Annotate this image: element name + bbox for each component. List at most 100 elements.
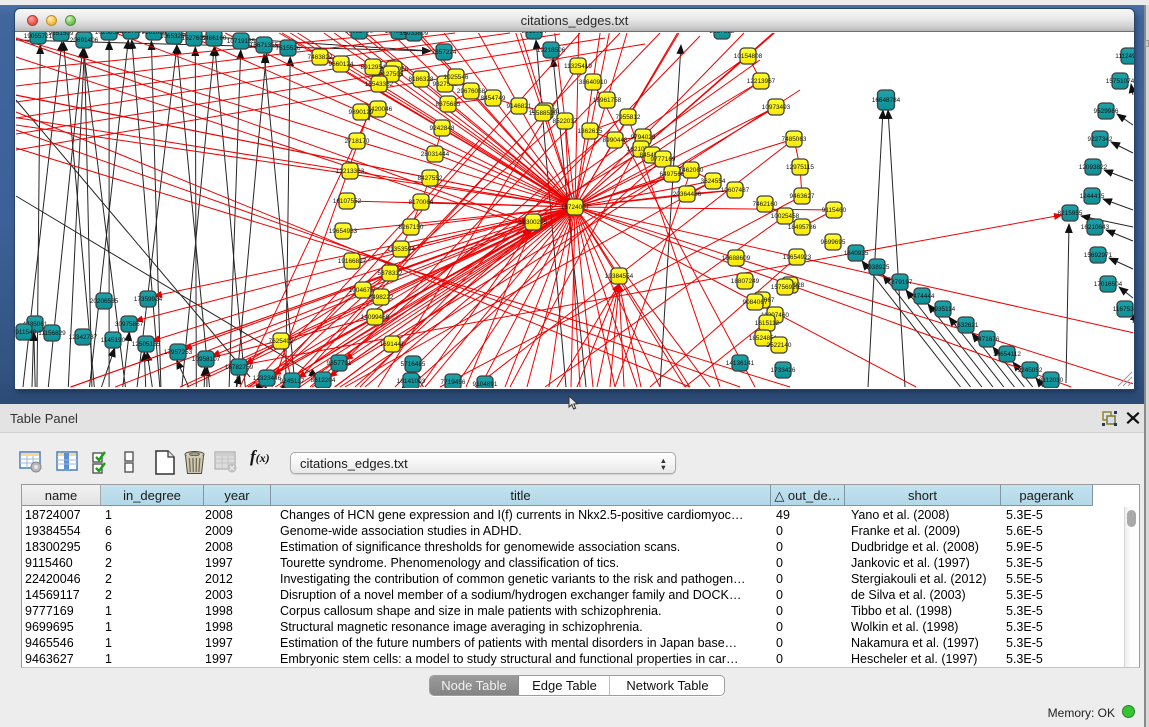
svg-text:16107552: 16107552 (333, 198, 362, 205)
svg-text:8112030: 8112030 (1039, 377, 1064, 384)
svg-text:11156829: 11156829 (38, 330, 66, 337)
svg-text:12213363: 12213363 (336, 168, 365, 175)
svg-text:19654933: 19654933 (329, 228, 358, 235)
svg-text:9115460: 9115460 (822, 207, 847, 214)
svg-text:1362615: 1362615 (578, 128, 603, 135)
svg-text:10958107: 10958107 (192, 356, 221, 363)
svg-text:8267150: 8267150 (399, 224, 424, 231)
svg-text:16782759: 16782759 (225, 364, 254, 371)
svg-text:1640935: 1640935 (844, 250, 869, 257)
svg-text:38640910: 38640910 (579, 79, 608, 86)
svg-text:1733426: 1733426 (771, 367, 796, 374)
svg-text:29676068: 29676068 (457, 88, 486, 95)
svg-text:3624554: 3624554 (701, 178, 726, 185)
svg-text:19033790: 19033790 (345, 32, 374, 35)
svg-text:19166827: 19166827 (338, 258, 367, 265)
svg-text:8186328: 8186328 (409, 76, 434, 83)
svg-text:1244415: 1244415 (1080, 193, 1105, 200)
svg-text:18807249: 18807249 (731, 278, 760, 285)
svg-text:9857791: 9857791 (327, 360, 352, 367)
svg-text:12342737: 12342737 (69, 334, 98, 341)
svg-text:12975115: 12975115 (786, 164, 814, 171)
svg-text:7632621: 7632621 (954, 322, 979, 329)
svg-text:9245052: 9245052 (1018, 367, 1043, 374)
svg-text:9699695: 9699695 (821, 239, 846, 246)
svg-text:20364436: 20364436 (673, 191, 702, 198)
svg-text:12093822: 12093822 (1079, 164, 1108, 171)
svg-text:6879197: 6879197 (888, 279, 913, 286)
svg-text:28031444: 28031444 (421, 151, 450, 158)
svg-text:8813054: 8813054 (522, 32, 547, 35)
svg-text:8612204: 8612204 (311, 377, 336, 384)
svg-text:6498222: 6498222 (369, 294, 394, 301)
svg-text:2935114: 2935114 (931, 306, 956, 313)
svg-text:2522140: 2522140 (767, 342, 792, 349)
svg-text:8522037: 8522037 (553, 118, 578, 125)
svg-text:9777169: 9777169 (651, 156, 676, 163)
svg-text:20691406: 20691406 (70, 37, 99, 44)
svg-text:9794028: 9794028 (631, 134, 656, 141)
svg-text:16543362: 16543362 (365, 81, 394, 88)
svg-text:1025546: 1025546 (444, 74, 469, 81)
svg-text:10154808: 10154808 (734, 53, 763, 60)
svg-text:12213967: 12213967 (747, 78, 776, 85)
svg-text:8471676: 8471676 (975, 336, 1000, 343)
svg-text:7625402: 7625402 (269, 338, 294, 345)
svg-text:15751074: 15751074 (1106, 78, 1134, 85)
svg-text:30975867: 30975867 (115, 321, 144, 328)
svg-text:1615112: 1615112 (755, 320, 780, 327)
svg-text:9474444: 9474444 (910, 293, 935, 300)
svg-text:15692971: 15692971 (1084, 252, 1113, 259)
svg-text:17359924: 17359924 (134, 296, 163, 303)
svg-text:9104891: 9104891 (473, 381, 498, 388)
svg-text:7463822: 7463822 (308, 54, 333, 61)
svg-text:9242848: 9242848 (430, 125, 455, 132)
svg-text:2687682: 2687682 (710, 32, 735, 35)
svg-text:14099469: 14099469 (361, 314, 390, 321)
svg-text:9146821: 9146821 (507, 103, 532, 110)
svg-text:7485063: 7485063 (782, 136, 807, 143)
svg-text:18724007: 18724007 (561, 204, 590, 211)
svg-text:8215955: 8215955 (1058, 210, 1083, 217)
svg-text:1691441: 1691441 (380, 341, 405, 348)
svg-text:7719456: 7719456 (441, 379, 466, 386)
svg-text:12505135: 12505135 (132, 341, 161, 348)
svg-text:19654923: 19654923 (783, 254, 812, 261)
svg-text:7357224: 7357224 (432, 49, 457, 56)
svg-text:8990448: 8990448 (603, 137, 628, 144)
svg-text:10141003: 10141003 (397, 378, 426, 385)
svg-text:15588520: 15588520 (529, 110, 558, 117)
svg-text:19384554: 19384554 (605, 273, 634, 280)
svg-text:8375685: 8375685 (436, 101, 461, 108)
svg-text:8170064: 8170064 (409, 199, 434, 206)
svg-text:7462160: 7462160 (753, 201, 778, 208)
svg-text:2718170: 2718170 (345, 138, 370, 145)
svg-text:18495786: 18495786 (788, 224, 817, 231)
svg-text:20206535: 20206535 (90, 298, 119, 305)
svg-text:18300295: 18300295 (519, 219, 548, 226)
svg-text:16961758: 16961758 (593, 97, 622, 104)
svg-text:8938925: 8938925 (865, 264, 890, 271)
svg-text:16210643: 16210643 (1081, 224, 1110, 231)
svg-text:11353594: 11353594 (387, 246, 415, 253)
svg-text:7515526: 7515526 (276, 45, 301, 52)
svg-text:5716485: 5716485 (401, 361, 426, 368)
svg-text:10025458: 10025458 (771, 213, 800, 220)
svg-text:17016504: 17016504 (1094, 281, 1123, 288)
svg-text:9084067: 9084067 (743, 299, 768, 306)
svg-text:10973493: 10973493 (762, 104, 791, 111)
svg-text:10607487: 10607487 (721, 187, 750, 194)
svg-text:9463627: 9463627 (790, 193, 815, 200)
svg-text:6466160: 6466160 (202, 35, 227, 42)
svg-text:16671355: 16671355 (250, 42, 279, 49)
svg-text:9245137: 9245137 (280, 378, 305, 385)
svg-text:9890129: 9890129 (349, 109, 374, 116)
svg-text:11325419: 11325419 (564, 63, 592, 70)
svg-text:1145190: 1145190 (101, 337, 126, 344)
svg-text:10688609: 10688609 (722, 255, 751, 262)
svg-text:16648784: 16648784 (872, 97, 901, 104)
svg-text:15756920: 15756920 (771, 284, 800, 291)
svg-text:7955812: 7955812 (616, 114, 641, 121)
svg-text:3911540: 3911540 (15, 329, 37, 336)
svg-text:1167534: 1167534 (1113, 306, 1134, 313)
